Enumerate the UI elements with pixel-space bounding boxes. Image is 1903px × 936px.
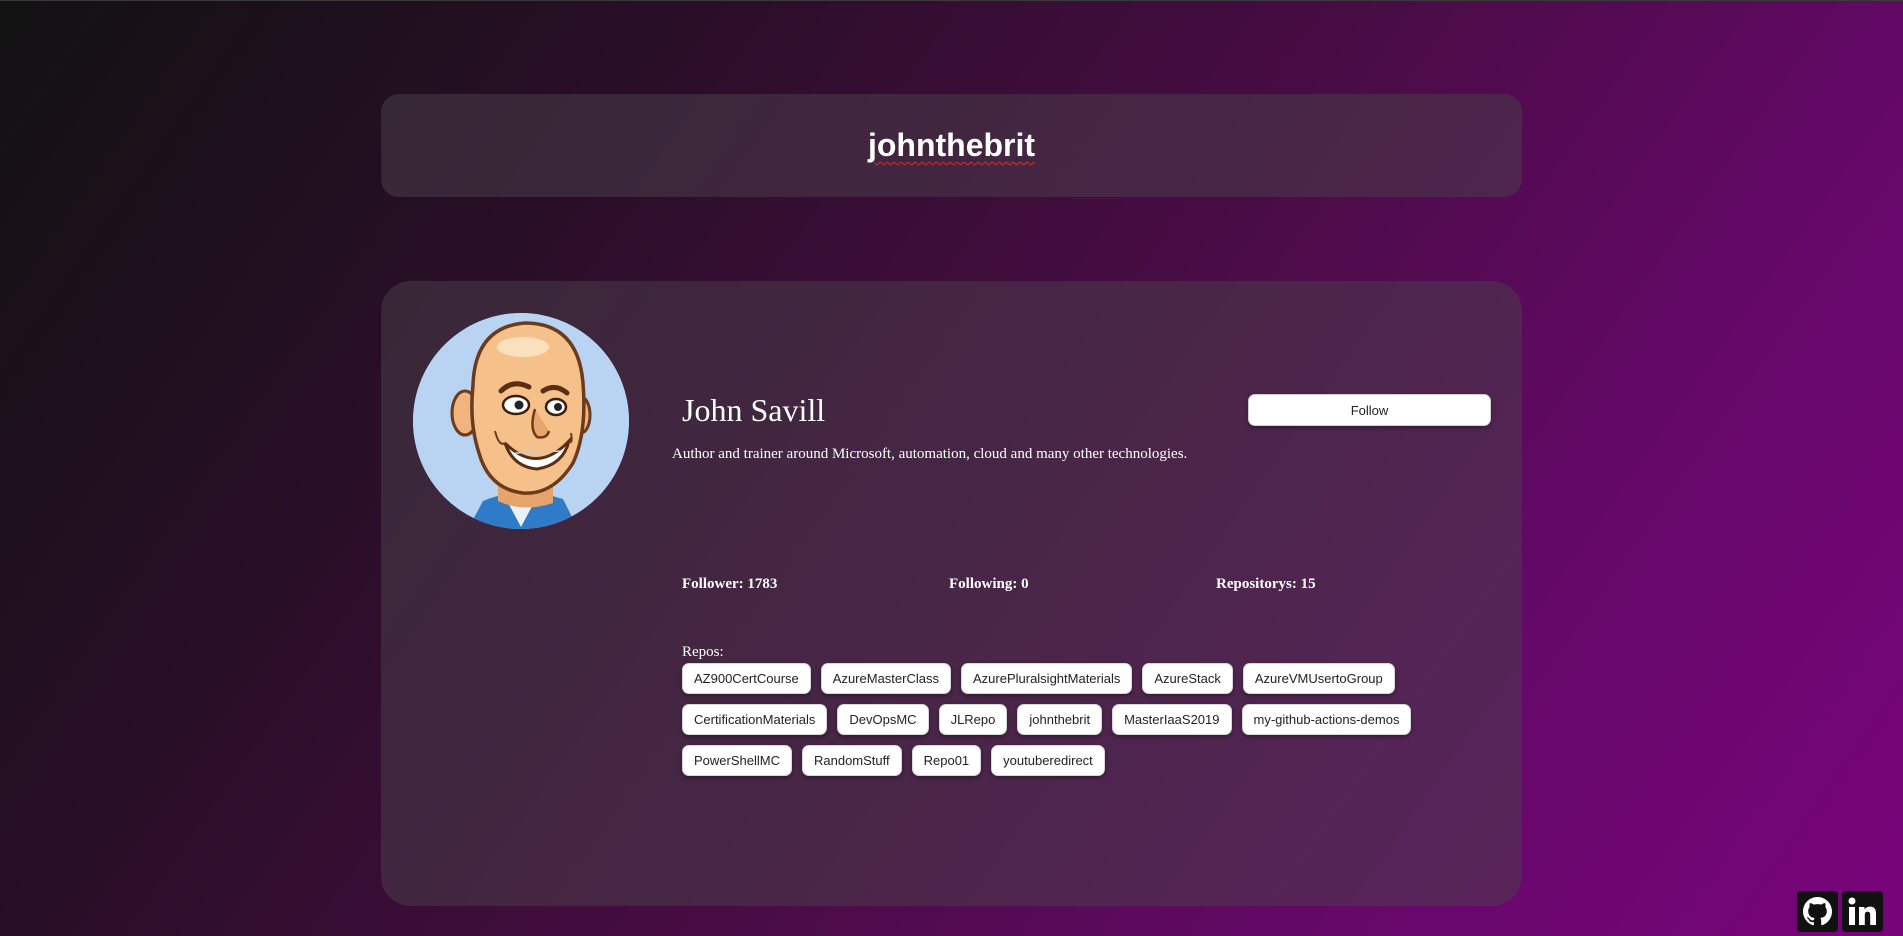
repo-chip[interactable]: AzureVMUsertoGroup [1242,663,1395,694]
repo-chip[interactable]: AZ900CertCourse [682,663,811,694]
follow-button[interactable]: Follow [1248,394,1491,426]
repos-label: Repos: [682,644,724,660]
profile-name: John Savill [682,392,826,428]
cartoon-avatar-icon [413,313,629,529]
repo-chip[interactable]: Repo01 [911,745,982,776]
repo-chip[interactable]: PowerShellMC [682,745,792,776]
repo-chip[interactable]: MasterIaaS2019 [1112,704,1232,735]
repositories-count: Repositorys: 15 [1216,576,1316,592]
repo-chip[interactable]: johnthebrit [1017,704,1103,735]
followers-count: Follower: 1783 [682,576,778,592]
top-border [0,0,1903,1]
repo-chip[interactable]: JLRepo [938,704,1008,735]
github-icon[interactable] [1797,891,1838,932]
repo-chip[interactable]: AzurePluralsightMaterials [960,663,1133,694]
linkedin-icon[interactable] [1842,891,1883,932]
repo-chip[interactable]: youtuberedirect [991,745,1105,776]
repo-chip[interactable]: DevOpsMC [837,704,929,735]
following-count: Following: 0 [949,576,1029,592]
profile-bio: Author and trainer around Microsoft, aut… [672,446,1188,462]
page-title: johnthebrit [867,127,1036,163]
profile-card: John Savill Follow Author and trainer ar… [381,281,1522,906]
repo-chip[interactable]: CertificationMaterials [682,704,828,735]
header-card: johnthebrit [381,94,1522,197]
repo-chip[interactable]: AzureStack [1142,663,1233,694]
repo-chip[interactable]: RandomStuff [801,745,902,776]
repo-chip[interactable]: AzureMasterClass [820,663,951,694]
repo-list: AZ900CertCourse AzureMasterClass AzurePl… [682,663,1442,776]
repo-chip[interactable]: my-github-actions-demos [1241,704,1412,735]
